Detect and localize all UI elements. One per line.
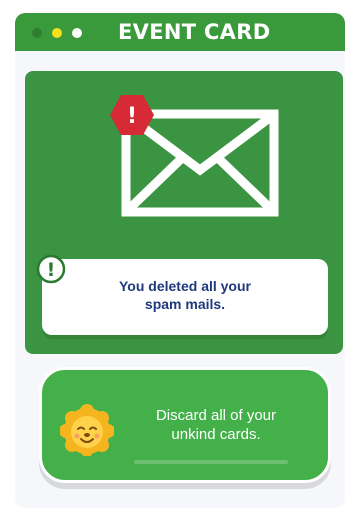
discard-action-line2: unkind cards. xyxy=(171,426,261,443)
event-panel: ! You deleted all your spam mails. ! xyxy=(25,71,343,354)
lion-icon xyxy=(60,404,114,456)
event-message-line1: You deleted all your xyxy=(119,278,251,294)
yellow-dot xyxy=(52,28,62,38)
white-dot xyxy=(72,28,82,38)
event-message-line2: spam mails. xyxy=(144,296,226,312)
discard-action-line1: Discard all of your xyxy=(155,407,277,424)
event-card: EVENT CARD ! You deleted all your spam m… xyxy=(15,13,345,508)
window-dots xyxy=(32,28,88,38)
message-box: You deleted all your spam mails. xyxy=(42,259,328,335)
discard-action-card[interactable]: Discard all of your unkind cards. xyxy=(39,367,331,483)
card-header: EVENT CARD xyxy=(15,13,345,51)
progress-bar xyxy=(134,460,288,464)
discard-action-text: Discard all of your unkind cards. xyxy=(126,406,306,444)
event-message: You deleted all your spam mails. xyxy=(42,277,328,313)
card-title: EVENT CARD xyxy=(118,20,271,44)
alert-icon: ! xyxy=(110,95,154,135)
info-glyph: ! xyxy=(47,259,56,281)
exclamation-icon: ! xyxy=(36,254,66,284)
green-dot xyxy=(32,28,42,38)
alert-glyph: ! xyxy=(127,104,137,129)
